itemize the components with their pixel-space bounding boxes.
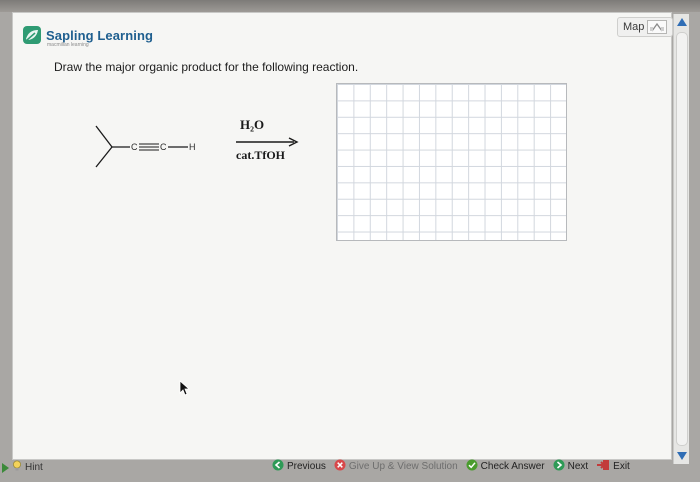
check-answer-label: Check Answer (480, 460, 545, 472)
brand-title: Sapling Learning (46, 27, 154, 43)
give-up-label: Give Up & View Solution (348, 460, 458, 472)
lightbulb-icon (12, 460, 22, 475)
exit-door-icon (596, 459, 610, 474)
next-label: Next (567, 460, 589, 472)
check-icon (466, 459, 478, 474)
mouse-cursor-icon (179, 380, 191, 401)
check-answer-button[interactable]: Check Answer (466, 459, 545, 474)
exit-label: Exit (613, 460, 630, 472)
previous-arrow-icon (272, 459, 284, 474)
map-icon (647, 20, 668, 34)
top-bar (0, 0, 700, 12)
alkyne-c2-label: C (160, 142, 167, 152)
next-button[interactable]: Next (553, 459, 589, 474)
scroll-up-arrow-icon[interactable] (677, 18, 687, 26)
give-up-button[interactable]: Give Up & View Solution (334, 459, 458, 474)
reagent-water: H₂O (240, 117, 265, 132)
drawing-canvas[interactable] (336, 83, 567, 241)
hint-toggle[interactable]: Hint (2, 460, 43, 475)
hint-label: Hint (25, 462, 43, 473)
alkyne-h-label: H (189, 142, 196, 152)
give-up-x-icon (334, 459, 346, 474)
map-label: Map (623, 21, 645, 33)
expand-triangle-icon (2, 462, 9, 473)
brand-subtitle: macmillan learning (47, 42, 89, 48)
next-arrow-icon (553, 459, 565, 474)
sapling-leaf-icon (23, 26, 41, 44)
bottom-navigation: Previous Give Up & View Solution Check A… (272, 457, 638, 475)
map-button[interactable]: Map (617, 17, 674, 37)
previous-button[interactable]: Previous (272, 459, 326, 474)
previous-label: Previous (287, 460, 326, 472)
question-prompt: Draw the major organic product for the f… (54, 60, 359, 74)
reagent-catalyst: cat.TfOH (236, 148, 285, 162)
alkyne-c1-label: C (131, 142, 138, 152)
alkyne-structure: C C H (90, 118, 210, 183)
scroll-down-arrow-icon[interactable] (677, 452, 687, 460)
scroll-thumb[interactable] (676, 32, 688, 446)
vertical-scrollbar[interactable] (673, 14, 689, 464)
exit-button[interactable]: Exit (596, 459, 630, 474)
